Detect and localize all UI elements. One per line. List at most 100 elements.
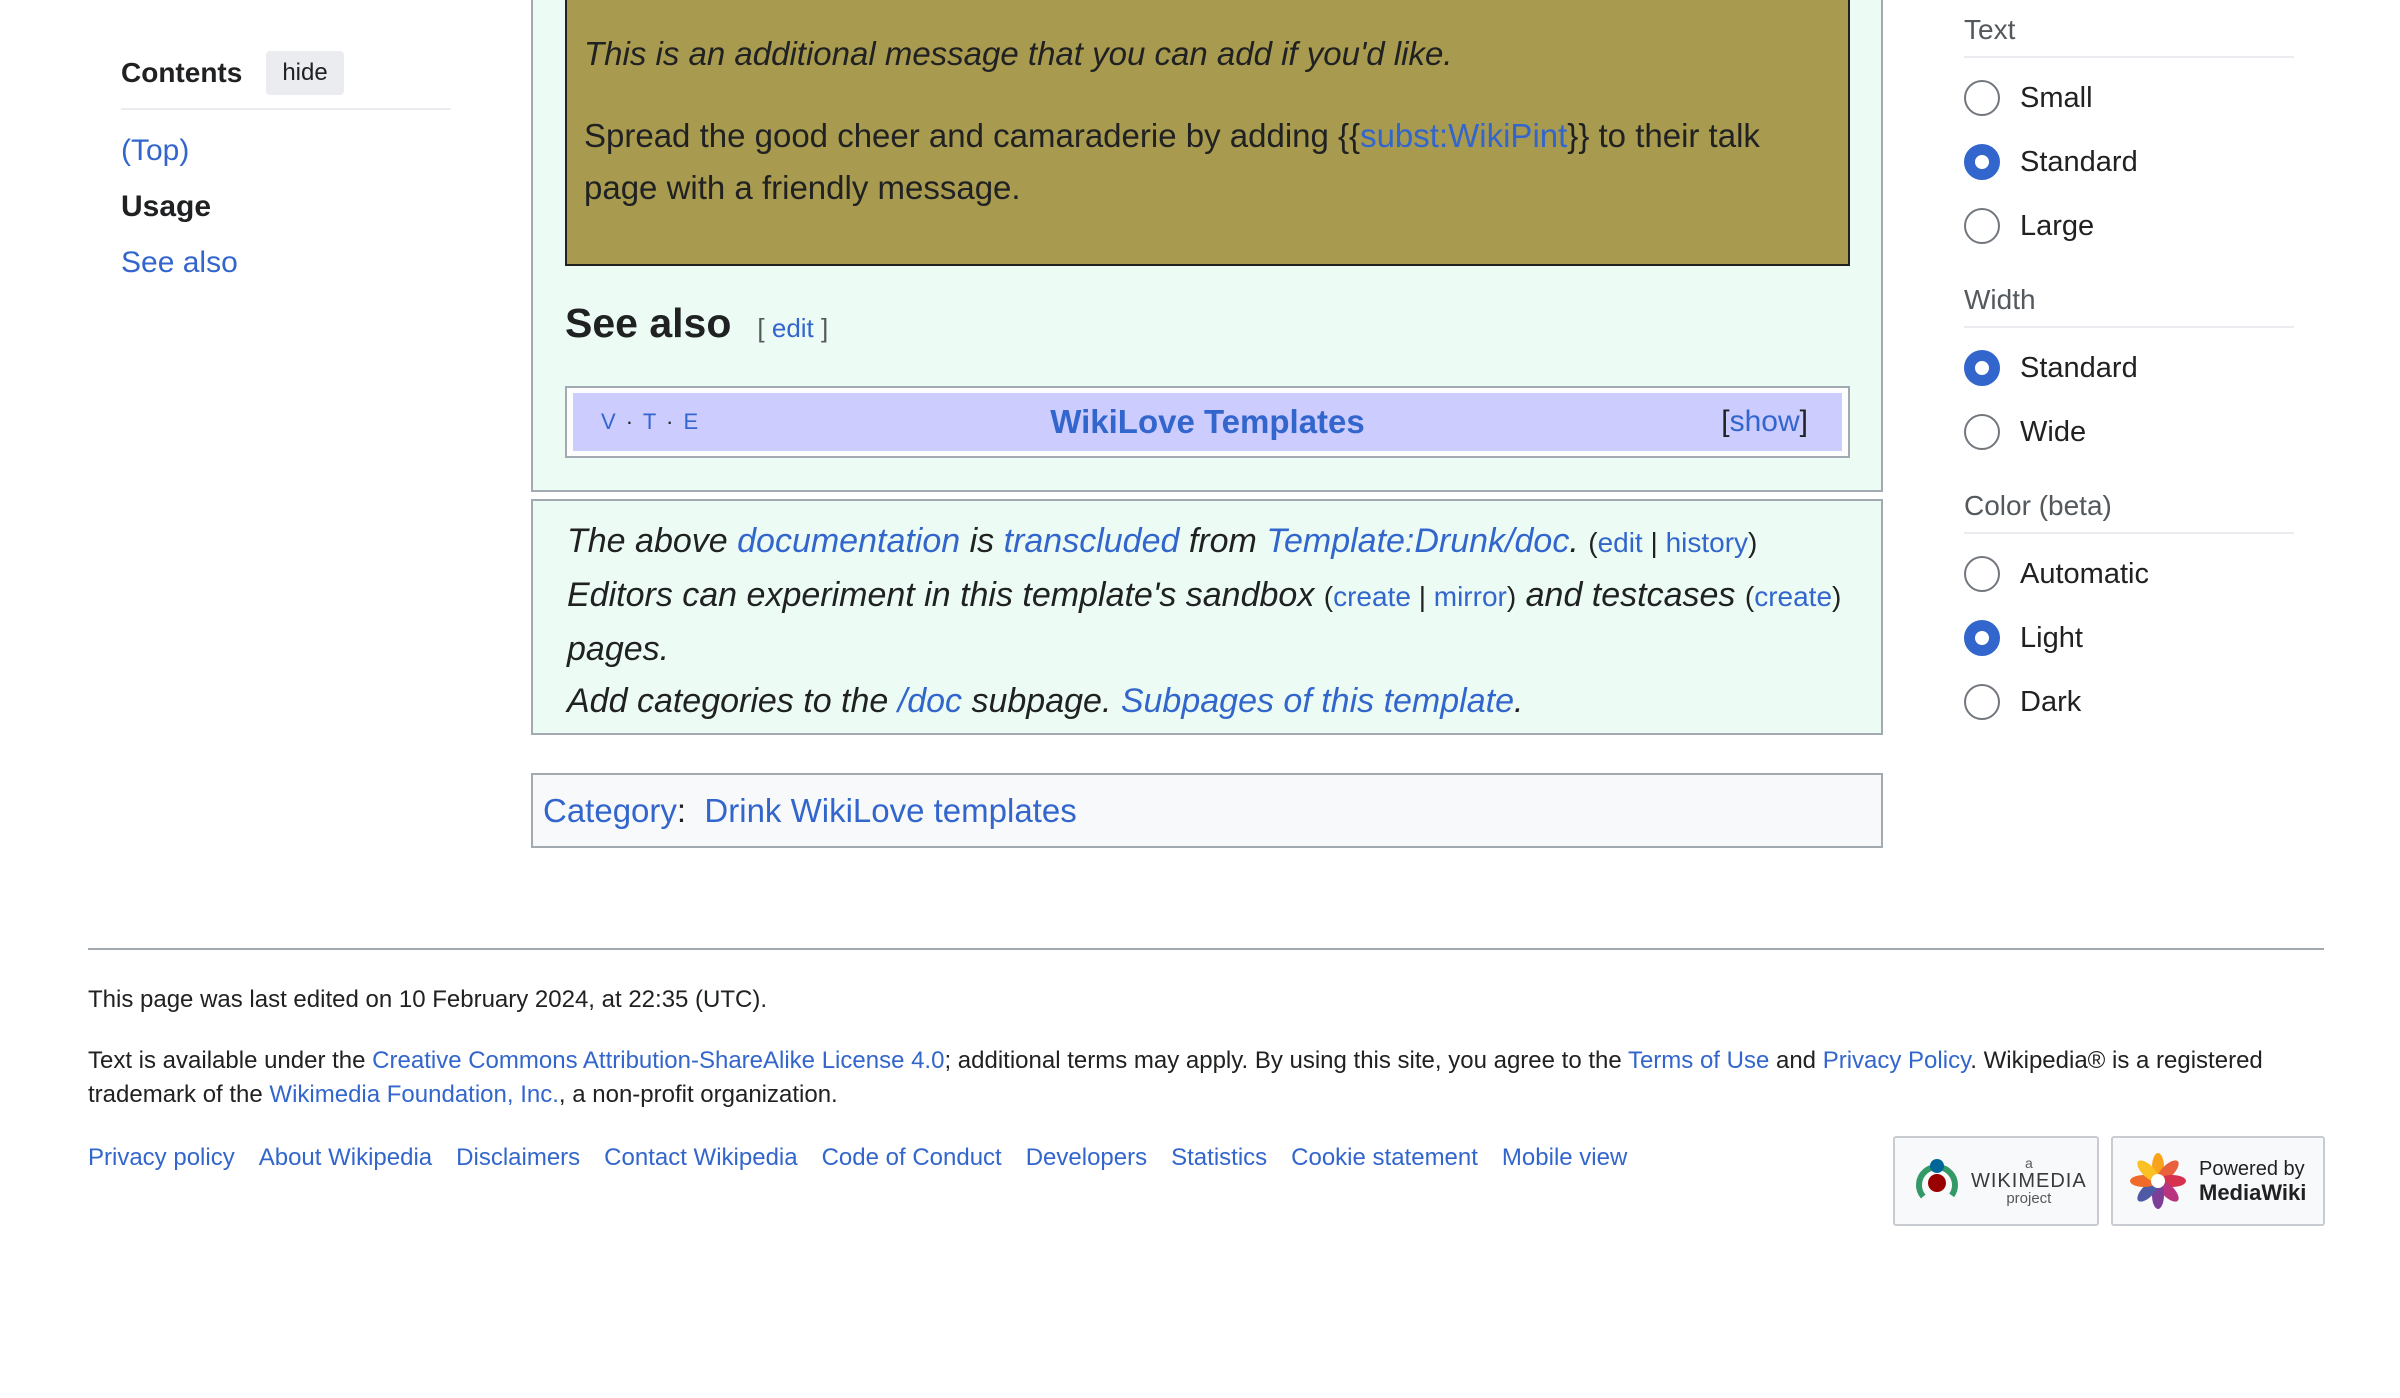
- documentation-link[interactable]: documentation: [737, 522, 960, 560]
- additional-message-text: This is an additional message that you c…: [584, 35, 1453, 72]
- note-text: The above: [567, 522, 738, 560]
- footer-links: Privacy policy About Wikipedia Disclaime…: [88, 1144, 1651, 1172]
- color-group: Color (beta) Automatic Light Dark: [1964, 476, 2294, 734]
- footer-privacy-policy[interactable]: Privacy policy: [88, 1144, 235, 1172]
- separator: |: [1642, 527, 1666, 558]
- view-template-link[interactable]: V: [601, 409, 618, 434]
- footer-statistics[interactable]: Statistics: [1171, 1144, 1267, 1172]
- note-text: pages.: [567, 630, 670, 668]
- doc-note-line-2: Editors can experiment in this template'…: [567, 569, 1881, 675]
- width-wide-label: Wide: [2020, 415, 2087, 448]
- footer-code-of-conduct[interactable]: Code of Conduct: [822, 1144, 1002, 1172]
- radio-large[interactable]: [1964, 208, 2000, 244]
- text-size-large-label: Large: [2020, 209, 2095, 242]
- doc-note-line-3: Add categories to the /doc subpage. Subp…: [567, 675, 1881, 727]
- show-bracket-close: ]: [1799, 405, 1808, 438]
- text-size-standard-label: Standard: [2020, 145, 2138, 178]
- footer-contact-wikipedia[interactable]: Contact Wikipedia: [604, 1144, 797, 1172]
- category-label-link[interactable]: Category: [543, 792, 677, 830]
- footer-developers[interactable]: Developers: [1026, 1144, 1147, 1172]
- text-size-large-option[interactable]: Large: [1964, 194, 2294, 258]
- footer-divider: [88, 948, 2324, 950]
- license-text: and: [1769, 1047, 1823, 1074]
- wikimedia-project-badge[interactable]: a WIKIMEDIA project: [1893, 1136, 2099, 1226]
- radio-light[interactable]: [1964, 620, 2000, 656]
- width-group: Width Standard Wide: [1964, 270, 2294, 464]
- color-automatic-option[interactable]: Automatic: [1964, 542, 2294, 606]
- toc-title: Contents: [121, 57, 243, 88]
- mediawiki-sunflower-icon: [2130, 1153, 2186, 1209]
- text-size-title: Text: [1964, 0, 2294, 58]
- radio-wide[interactable]: [1964, 414, 2000, 450]
- note-text: subpage.: [962, 682, 1121, 720]
- testcases-create-link[interactable]: create: [1754, 581, 1832, 612]
- toc-item-top[interactable]: (Top): [121, 134, 189, 167]
- see-also-edit-link[interactable]: edit: [772, 313, 814, 343]
- navbox-title-link[interactable]: WikiLove Templates: [1050, 403, 1365, 441]
- color-light-label: Light: [2020, 621, 2083, 654]
- toc-hide-button[interactable]: hide: [266, 51, 344, 95]
- color-light-option[interactable]: Light: [1964, 606, 2294, 670]
- navbox-title-bar: V · T · E WikiLove Templates [show]: [573, 393, 1842, 451]
- footer-mobile-view[interactable]: Mobile view: [1502, 1144, 1627, 1172]
- text-size-group: Text Small Standard Large: [1964, 0, 2294, 258]
- see-also-heading: See also: [565, 300, 732, 346]
- footer-cookie-statement[interactable]: Cookie statement: [1291, 1144, 1478, 1172]
- paren: ): [1506, 581, 1517, 612]
- wikimedia-foundation-link[interactable]: Wikimedia Foundation, Inc.: [269, 1081, 558, 1108]
- edit-bracket-close: ]: [821, 313, 829, 343]
- note-text: .: [1569, 522, 1589, 560]
- see-also-heading-row: See also [ edit ]: [565, 300, 828, 347]
- subpages-link[interactable]: Subpages of this template: [1121, 682, 1514, 720]
- sandbox-links: (create | mirror): [1324, 581, 1516, 612]
- usage-instruction: Spread the good cheer and camaraderie by…: [584, 110, 1832, 214]
- color-automatic-label: Automatic: [2020, 557, 2149, 590]
- radio-standard-width[interactable]: [1964, 350, 2000, 386]
- edit-bracket-open: [: [757, 313, 765, 343]
- license-text: Text is available under the: [88, 1047, 373, 1074]
- terms-of-use-link[interactable]: Terms of Use: [1628, 1047, 1769, 1074]
- doc-edit-link[interactable]: edit: [1598, 527, 1643, 558]
- toc-item-usage[interactable]: Usage: [121, 190, 211, 223]
- transcluded-link[interactable]: transcluded: [1004, 522, 1180, 560]
- width-title: Width: [1964, 270, 2294, 328]
- template-doc-link[interactable]: Template:Drunk/doc: [1266, 522, 1569, 560]
- usage-text-before: Spread the good cheer and camaraderie by…: [584, 117, 1361, 154]
- radio-standard-text[interactable]: [1964, 144, 2000, 180]
- note-text: Add categories to the: [567, 682, 898, 720]
- license-text: ; additional terms may apply. By using t…: [944, 1047, 1628, 1074]
- talk-template-link[interactable]: T: [643, 409, 658, 434]
- toc-item-see-also[interactable]: See also: [121, 246, 238, 279]
- sandbox-mirror-link[interactable]: mirror: [1434, 581, 1507, 612]
- powered-by-mediawiki-badge[interactable]: Powered by MediaWiki: [2111, 1136, 2325, 1226]
- color-dark-option[interactable]: Dark: [1964, 670, 2294, 734]
- radio-automatic[interactable]: [1964, 556, 2000, 592]
- doc-edit-history: (edit | history): [1588, 527, 1757, 558]
- radio-small[interactable]: [1964, 80, 2000, 116]
- sandbox-create-link[interactable]: create: [1333, 581, 1411, 612]
- category-drink-wikilove-link[interactable]: Drink WikiLove templates: [704, 792, 1076, 830]
- privacy-policy-inline-link[interactable]: Privacy Policy: [1823, 1047, 1971, 1074]
- wikimedia-badge-sub: project: [2006, 1190, 2052, 1207]
- width-standard-option[interactable]: Standard: [1964, 336, 2294, 400]
- testcases-links: (create): [1745, 581, 1841, 612]
- toc-header: Contents hide: [121, 50, 451, 110]
- doc-history-link[interactable]: history: [1666, 527, 1748, 558]
- doc-subpage-link[interactable]: /doc: [898, 682, 962, 720]
- navbox-show-button[interactable]: show: [1730, 405, 1800, 438]
- width-wide-option[interactable]: Wide: [1964, 400, 2294, 464]
- paren: (: [1323, 581, 1334, 612]
- footer-disclaimers[interactable]: Disclaimers: [456, 1144, 580, 1172]
- radio-dark[interactable]: [1964, 684, 2000, 720]
- paren: (: [1744, 581, 1755, 612]
- color-dark-label: Dark: [2020, 685, 2082, 718]
- text-size-standard-option[interactable]: Standard: [1964, 130, 2294, 194]
- subst-wikipint-link[interactable]: subst:WikiPint: [1360, 117, 1567, 154]
- vte-links: V · T · E: [601, 409, 701, 434]
- text-size-small-label: Small: [2020, 81, 2093, 114]
- edit-template-link[interactable]: E: [683, 409, 700, 434]
- text-size-small-option[interactable]: Small: [1964, 66, 2294, 130]
- footer-about-wikipedia[interactable]: About Wikipedia: [259, 1144, 432, 1172]
- cc-license-link[interactable]: Creative Commons Attribution-ShareAlike …: [372, 1047, 944, 1074]
- note-text: Editors can experiment in this template'…: [567, 576, 1324, 614]
